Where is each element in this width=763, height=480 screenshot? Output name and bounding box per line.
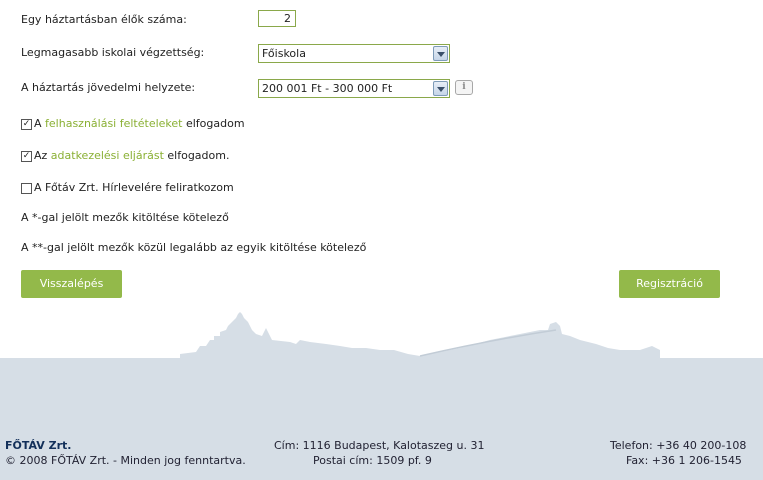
info-icon[interactable]: i (455, 80, 473, 95)
terms-suffix: elfogadom (182, 117, 245, 130)
company-name: FŐTÁV Zrt. (5, 439, 72, 452)
terms-prefix: A (34, 117, 46, 130)
address-text: Cím: 1116 Budapest, Kalotaszeg u. 31 (274, 439, 485, 452)
privacy-prefix: Az (34, 149, 51, 162)
newsletter-checkbox[interactable] (21, 183, 32, 194)
back-button[interactable]: Visszalépés (21, 270, 122, 298)
privacy-checkbox[interactable]: ✓ (21, 151, 32, 162)
privacy-link[interactable]: adatkezelési eljárást (51, 149, 164, 162)
education-label: Legmagasabb iskolai végzettség: (21, 46, 205, 59)
income-label: A háztartás jövedelmi helyzete: (21, 81, 196, 94)
fax-text: Fax: +36 1 206-1545 (626, 454, 742, 467)
chevron-down-icon[interactable] (433, 81, 448, 96)
privacy-consent-text: Az adatkezelési eljárást elfogadom. (34, 149, 229, 162)
household-count-input[interactable]: 2 (258, 10, 296, 27)
check-icon: ✓ (22, 119, 31, 129)
copyright-text: © 2008 FŐTÁV Zrt. - Minden jog fenntartv… (5, 454, 246, 467)
income-selected-value: 200 001 Ft - 300 000 Ft (262, 82, 393, 95)
education-selected-value: Főiskola (262, 47, 306, 60)
register-button[interactable]: Regisztráció (619, 270, 720, 298)
household-label: Egy háztartásban élők száma: (21, 13, 187, 26)
required-either-note: A **-gal jelölt mezők közül legalább az … (21, 241, 367, 254)
postal-address-text: Postai cím: 1509 pf. 9 (313, 454, 432, 467)
newsletter-text: A Főtáv Zrt. Hírlevelére feliratkozom (34, 181, 234, 194)
terms-link[interactable]: felhasználási feltételeket (45, 117, 182, 130)
check-icon: ✓ (22, 151, 31, 161)
budapest-skyline-illustration (180, 312, 660, 360)
chevron-down-icon[interactable] (433, 46, 448, 61)
phone-text: Telefon: +36 40 200-108 (610, 439, 747, 452)
education-select[interactable]: Főiskola (258, 44, 450, 63)
privacy-suffix: elfogadom. (163, 149, 230, 162)
terms-consent-text: A felhasználási feltételeket elfogadom (34, 117, 245, 130)
income-select[interactable]: 200 001 Ft - 300 000 Ft (258, 79, 450, 98)
terms-checkbox[interactable]: ✓ (21, 119, 32, 130)
required-note: A *-gal jelölt mezők kitöltése kötelező (21, 211, 229, 224)
